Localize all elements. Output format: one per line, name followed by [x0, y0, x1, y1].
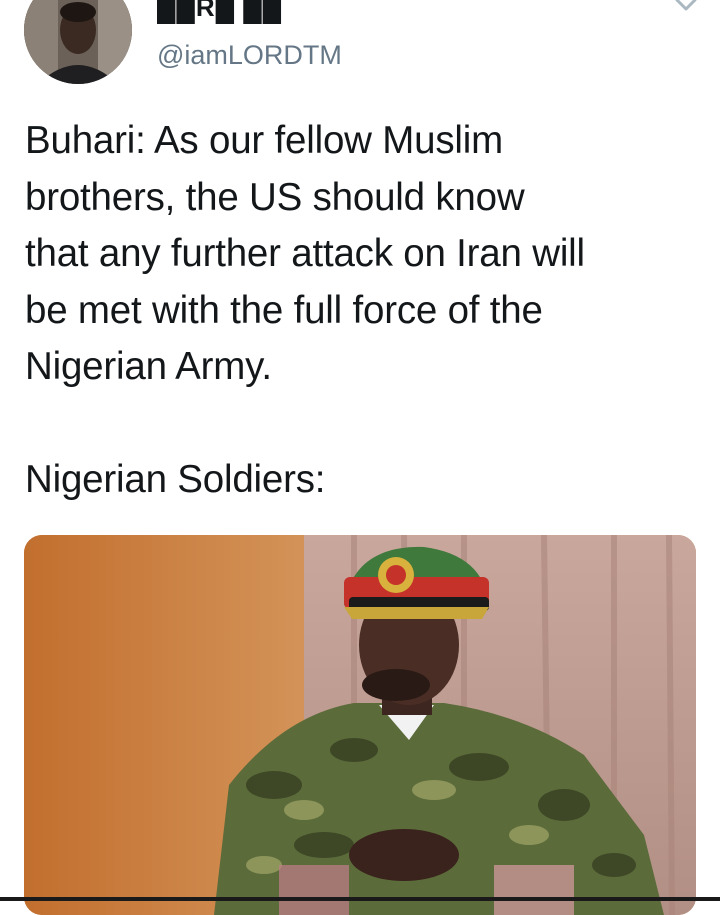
avatar[interactable] [24, 0, 132, 84]
tweet-text: Buhari: As our fellow Muslim brothers, t… [25, 113, 705, 509]
tweet-text-line: Nigerian Army. [25, 345, 272, 388]
soldier-photo [24, 535, 696, 915]
tweet-text-line: be met with the full force of the [25, 288, 543, 332]
tweet-text-line: Nigerian Soldiers: [25, 458, 326, 501]
divider [0, 897, 720, 901]
tweet-media-photo[interactable] [24, 535, 696, 915]
tweet-text-line: that any further attack on Iran will [25, 232, 585, 275]
tweet-card[interactable]: ██R█ ██ @iamLORDTM Buhari: As our fellow… [0, 0, 720, 915]
avatar-image [24, 0, 132, 84]
display-name[interactable]: ██R█ ██ [157, 0, 282, 23]
chevron-down-icon[interactable] [672, 0, 700, 16]
user-handle[interactable]: @iamLORDTM [157, 40, 342, 71]
tweet-text-line: brothers, the US should know [25, 175, 525, 219]
tweet-text-line: Buhari: As our fellow Muslim [25, 119, 503, 162]
